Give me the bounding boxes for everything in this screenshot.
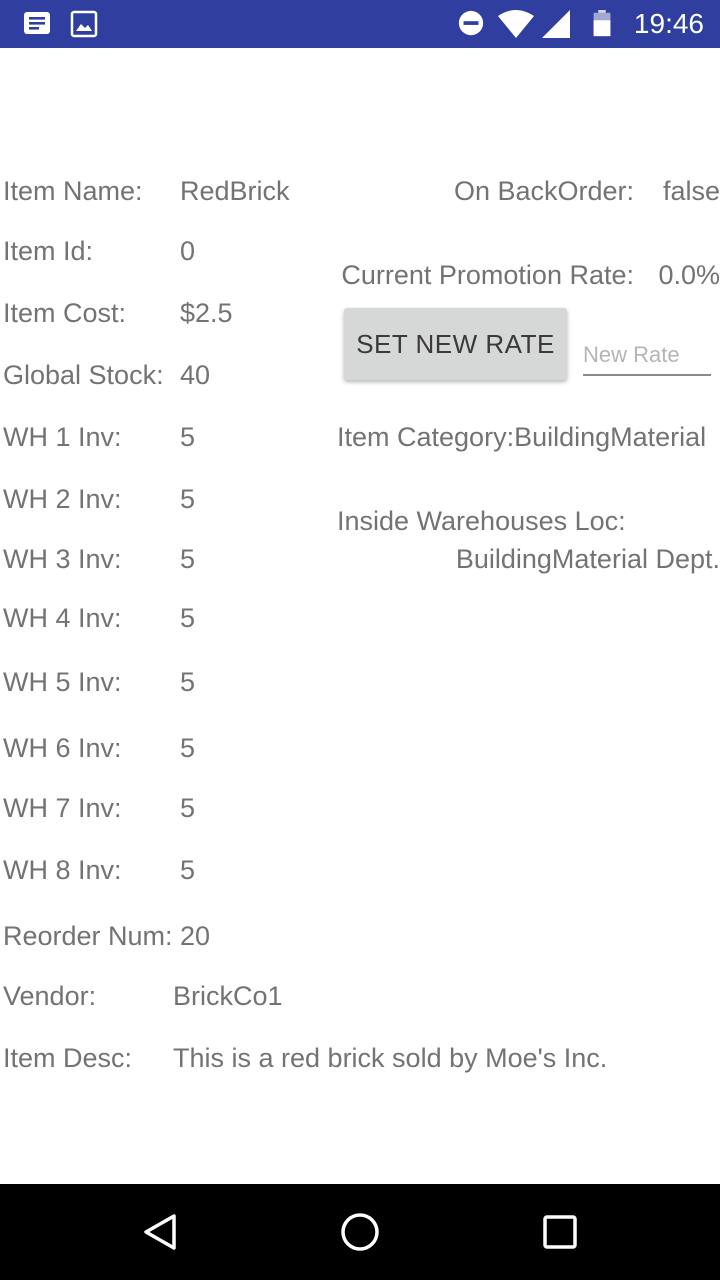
- vendor-value: BrickCo1: [173, 981, 283, 1011]
- wh5-inv-value: 5: [180, 667, 196, 697]
- wh8-inv-value: 5: [180, 855, 196, 885]
- wh6-inv-value: 5: [180, 733, 196, 763]
- wh5-inv-label: WH 5 Inv:: [3, 667, 122, 697]
- item-name-label: Item Name:: [3, 176, 143, 206]
- reorder-num-value: 20: [180, 921, 211, 951]
- wh7-inv-value: 5: [180, 793, 196, 823]
- battery-icon: [593, 10, 611, 37]
- backorder-label: On BackOrder:: [453, 176, 634, 206]
- app-screen: 19:46 Item Name: RedBrick Item Id: 0 Ite…: [0, 0, 720, 1280]
- wh7-inv-label: WH 7 Inv:: [3, 793, 122, 823]
- item-name-value: RedBrick: [180, 176, 290, 206]
- set-new-rate-button[interactable]: SET NEW RATE: [344, 308, 567, 380]
- navigation-bar: [0, 1184, 720, 1280]
- wh2-inv-label: WH 2 Inv:: [3, 484, 122, 514]
- signal-icon: [542, 10, 570, 38]
- wh6-inv-label: WH 6 Inv:: [3, 733, 122, 763]
- back-icon[interactable]: [136, 1208, 184, 1256]
- item-desc-value: This is a red brick sold by Moe's Inc.: [173, 1043, 608, 1073]
- status-bar: 19:46: [0, 0, 720, 48]
- wh8-inv-label: WH 8 Inv:: [3, 855, 122, 885]
- image-icon: [70, 10, 98, 38]
- vendor-label: Vendor:: [3, 981, 97, 1011]
- warehouse-location-value: BuildingMaterial Dept.: [455, 544, 720, 574]
- wh2-inv-value: 5: [180, 484, 196, 514]
- item-id-label: Item Id:: [3, 236, 94, 266]
- promotion-rate-label: Current Promotion Rate:: [341, 260, 634, 290]
- wh1-inv-value: 5: [180, 422, 196, 452]
- warehouse-location-label: Inside Warehouses Loc:: [337, 506, 626, 536]
- reorder-num-label: Reorder Num:: [3, 921, 173, 951]
- wh3-inv-label: WH 3 Inv:: [3, 544, 122, 574]
- do-not-disturb-icon: [458, 10, 484, 36]
- global-stock-label: Global Stock:: [3, 360, 164, 390]
- home-icon[interactable]: [336, 1208, 384, 1256]
- item-cost-value: $2.5: [180, 298, 233, 328]
- wh1-inv-label: WH 1 Inv:: [3, 422, 122, 452]
- item-id-value: 0: [180, 236, 196, 266]
- new-rate-input[interactable]: [583, 336, 711, 376]
- global-stock-value: 40: [180, 360, 211, 390]
- item-category-text: Item Category:BuildingMaterial: [337, 422, 707, 452]
- status-time: 19:46: [633, 8, 704, 39]
- recents-icon[interactable]: [536, 1208, 584, 1256]
- wh3-inv-value: 5: [180, 544, 196, 574]
- wh4-inv-label: WH 4 Inv:: [3, 603, 122, 633]
- item-cost-label: Item Cost:: [3, 298, 127, 328]
- wifi-icon: [498, 10, 534, 38]
- wh4-inv-value: 5: [180, 603, 196, 633]
- notification-icon: [24, 12, 50, 34]
- item-desc-label: Item Desc:: [3, 1043, 133, 1073]
- backorder-value: false: [662, 176, 720, 206]
- promotion-rate-value: 0.0%: [658, 260, 720, 290]
